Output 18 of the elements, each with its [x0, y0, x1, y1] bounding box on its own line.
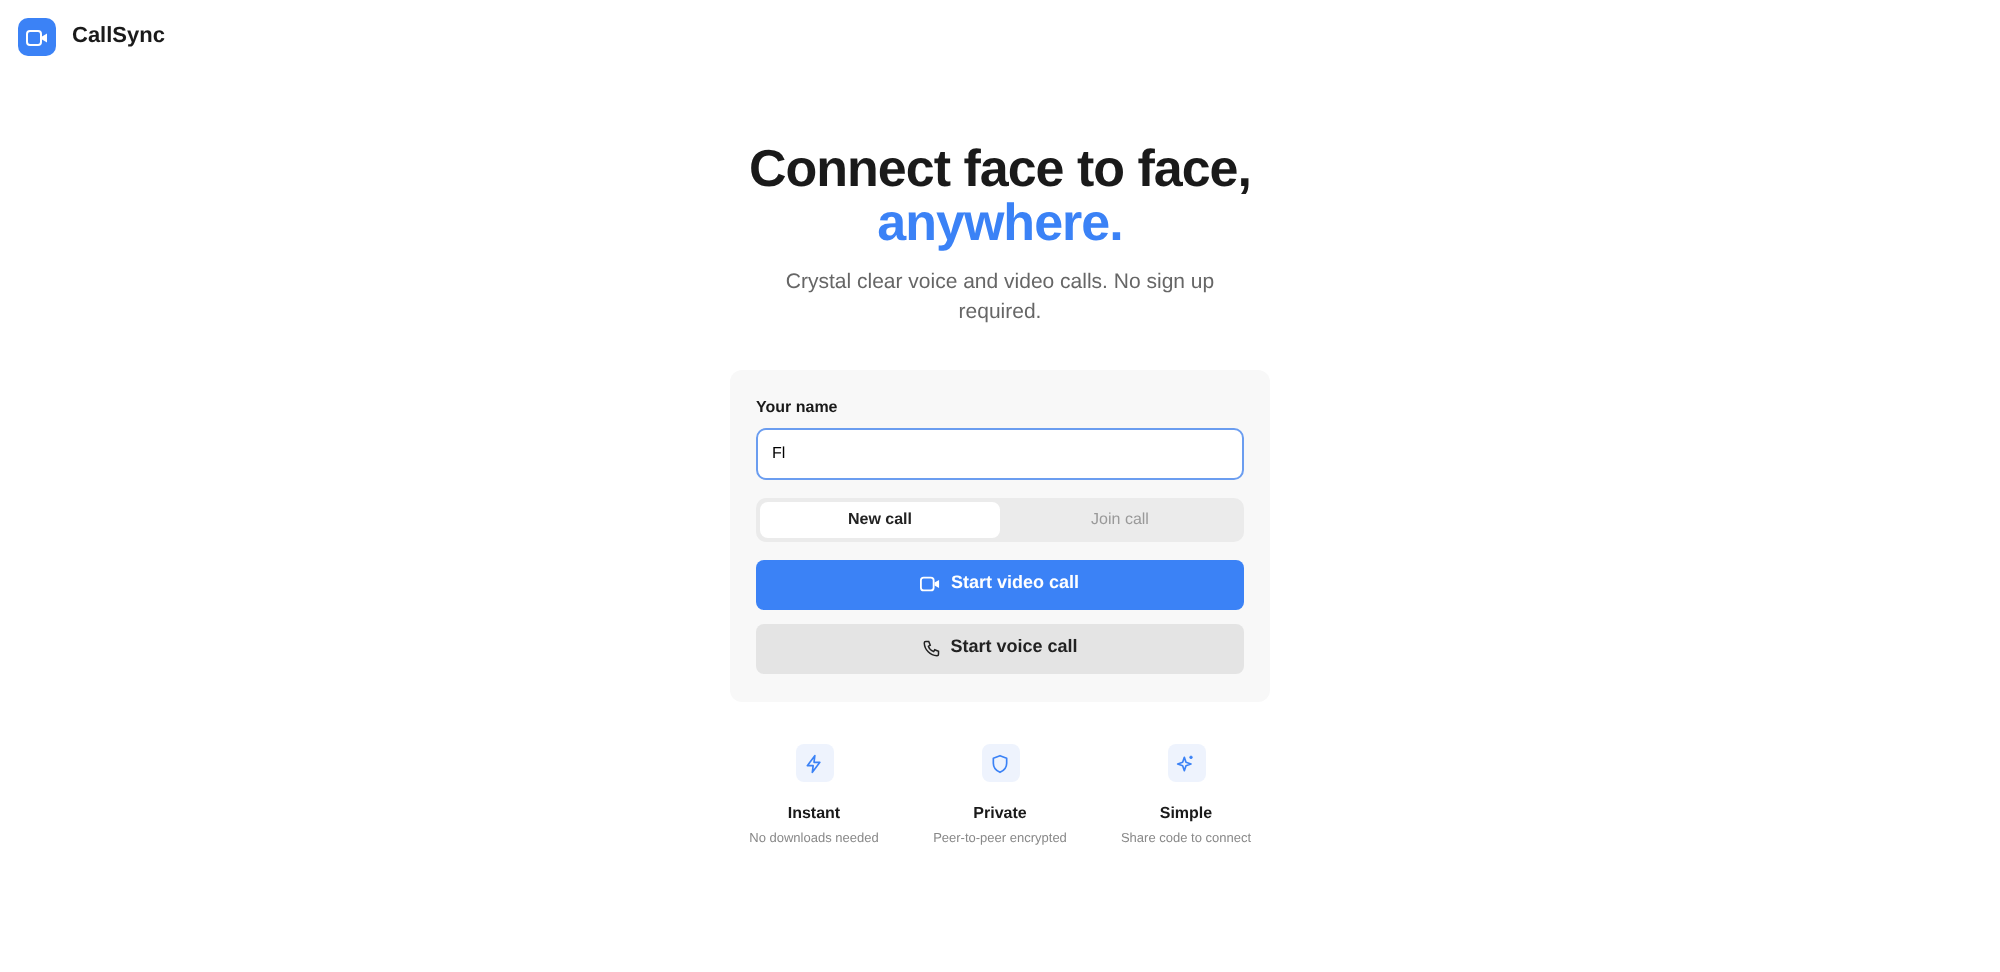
brand-name: CallSync	[72, 22, 165, 53]
headline: Connect face to face,	[748, 142, 1251, 197]
name-input[interactable]: Fl	[756, 427, 1244, 480]
mode-tab[interactable]: New call	[760, 501, 1000, 538]
field-label: Your name	[756, 396, 840, 421]
feature-title: Private	[971, 801, 1029, 826]
sparkle-icon	[1167, 744, 1205, 783]
video-camera-icon	[920, 576, 941, 593]
bolt-icon	[795, 744, 833, 783]
logo-icon	[18, 18, 56, 56]
shield-icon	[981, 744, 1019, 783]
start-video-button[interactable]: Start video call	[756, 559, 1244, 610]
start-voice-button[interactable]: Start voice call	[756, 623, 1244, 674]
feature-title: Simple	[1157, 801, 1215, 826]
phone-icon	[922, 639, 941, 658]
subtitle: Crystal clear voice and video calls. No sign up required.	[783, 267, 1217, 328]
headline-accent: anywhere.	[877, 196, 1123, 252]
feature-title: Instant	[785, 801, 843, 826]
